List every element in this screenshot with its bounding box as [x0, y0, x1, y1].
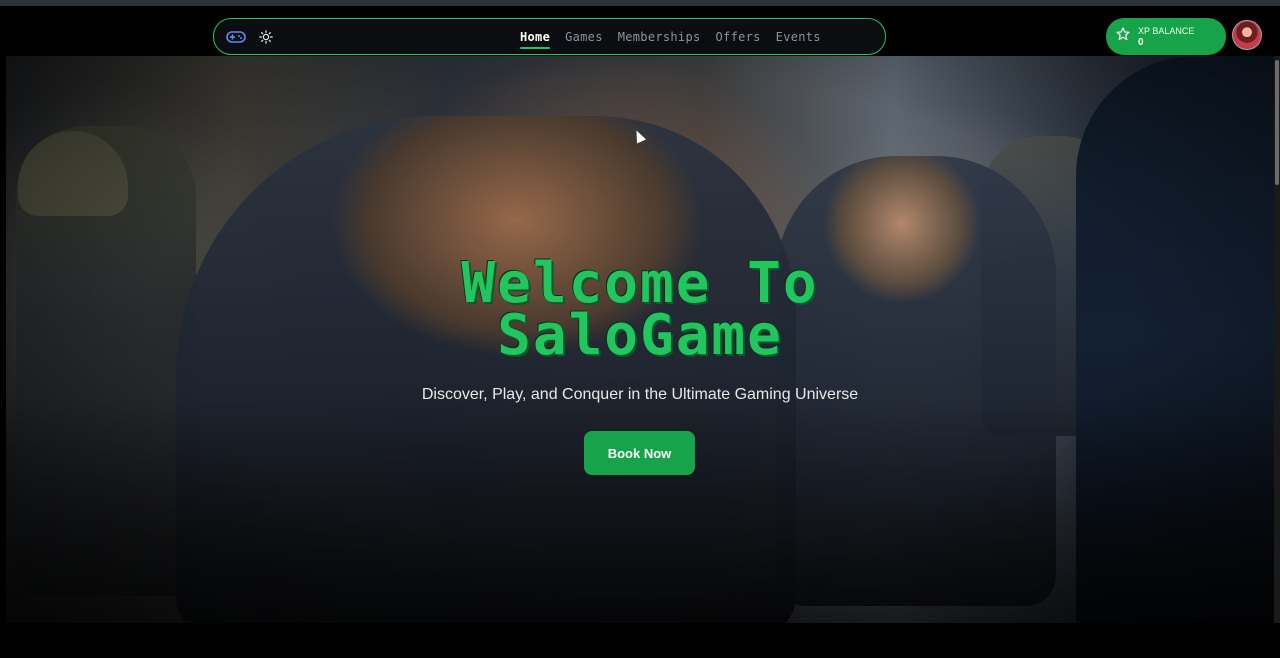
- star-icon: [1116, 27, 1130, 46]
- scrollbar-thumb[interactable]: [1275, 60, 1279, 185]
- xp-text: XP BALANCE 0: [1138, 26, 1194, 48]
- nav-links: Home Games Memberships Offers Events: [520, 19, 821, 54]
- nav-link-games[interactable]: Games: [565, 30, 603, 44]
- book-now-button[interactable]: Book Now: [584, 431, 695, 475]
- bottom-bar: [0, 623, 1280, 658]
- main-navbar: Home Games Memberships Offers Events: [213, 18, 886, 55]
- nav-link-events[interactable]: Events: [776, 30, 821, 44]
- xp-label: XP BALANCE: [1138, 25, 1195, 36]
- xp-balance-badge[interactable]: XP BALANCE 0: [1106, 18, 1226, 55]
- avatar[interactable]: [1232, 20, 1262, 50]
- gamepad-icon[interactable]: [226, 28, 246, 46]
- nav-link-offers[interactable]: Offers: [716, 30, 761, 44]
- navbar-icons: [226, 28, 276, 46]
- nav-link-home[interactable]: Home: [520, 30, 551, 49]
- hero-title: Welcome To SaloGame: [240, 256, 1040, 364]
- nav-link-memberships[interactable]: Memberships: [618, 30, 701, 44]
- hero-title-line2: SaloGame: [497, 303, 783, 368]
- hero-subtitle: Discover, Play, and Conquer in the Ultim…: [421, 386, 859, 403]
- sun-icon[interactable]: [256, 28, 276, 46]
- xp-value: 0: [1138, 36, 1144, 48]
